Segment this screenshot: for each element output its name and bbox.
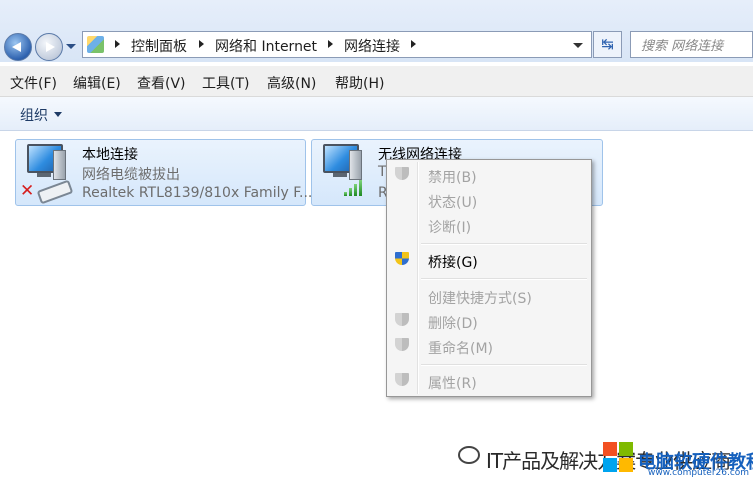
menu-bar: 文件(F) 编辑(E) 查看(V) 工具(T) 高级(N) 帮助(H)	[0, 66, 753, 97]
network-computer-icon	[23, 144, 67, 184]
network-computer-icon	[319, 144, 363, 184]
connection-adapter: Realtek RTL8139/810x Family F...	[82, 185, 313, 201]
refresh-button[interactable]: ↹	[593, 31, 622, 58]
menu-item-disable[interactable]: 禁用(B)	[387, 164, 591, 186]
uac-shield-icon	[395, 167, 410, 183]
menu-help[interactable]: 帮助(H)	[335, 73, 384, 93]
menu-item-label: 删除(D)	[428, 316, 478, 332]
menu-item-label: 状态(U)	[428, 195, 478, 211]
uac-shield-icon	[395, 252, 410, 268]
uac-shield-icon	[395, 373, 410, 389]
address-bar-row: 控制面板 网络和 Internet 网络连接 ↹	[0, 0, 753, 62]
organize-button[interactable]: 组织	[20, 105, 48, 125]
connection-local-area[interactable]: ✕ 本地连接 网络电缆被拔出 Realtek RTL8139/810x Fami…	[15, 139, 312, 206]
signal-bars-icon	[344, 179, 366, 196]
menu-edit[interactable]: 编辑(E)	[73, 73, 121, 93]
menu-item-bridge[interactable]: 桥接(G)	[387, 249, 591, 271]
menu-item-delete[interactable]: 删除(D)	[387, 310, 591, 332]
red-x-icon: ✕	[20, 181, 35, 201]
address-bar[interactable]: 控制面板 网络和 Internet 网络连接	[82, 31, 592, 58]
menu-item-label: 创建快捷方式(S)	[428, 291, 532, 307]
uac-shield-icon	[395, 338, 410, 354]
forward-button[interactable]	[35, 33, 63, 61]
menu-item-label: 重命名(M)	[428, 341, 494, 357]
menu-item-create-shortcut[interactable]: 创建快捷方式(S)	[387, 285, 591, 307]
chevron-down-icon[interactable]	[54, 112, 62, 117]
menu-separator	[421, 278, 587, 280]
address-history-dropdown-icon[interactable]	[573, 43, 583, 48]
menu-item-properties[interactable]: 属性(R)	[387, 370, 591, 392]
menu-item-label: 禁用(B)	[428, 170, 477, 186]
menu-item-diagnose[interactable]: 诊断(I)	[387, 214, 591, 236]
back-button[interactable]	[4, 33, 32, 61]
search-box[interactable]	[630, 31, 753, 58]
menu-tools[interactable]: 工具(T)	[202, 73, 249, 93]
connection-name: 本地连接	[82, 147, 138, 163]
menu-separator	[421, 243, 587, 245]
chevron-right-icon[interactable]	[328, 40, 333, 48]
breadcrumb-network-internet[interactable]: 网络和 Internet	[215, 36, 317, 56]
toutiao-logo-icon	[458, 446, 480, 464]
menu-advanced[interactable]: 高级(N)	[267, 73, 316, 93]
windows-logo-icon	[603, 442, 633, 472]
menu-item-status[interactable]: 状态(U)	[387, 189, 591, 211]
chevron-right-icon[interactable]	[115, 40, 120, 48]
breadcrumb-control-panel[interactable]: 控制面板	[131, 36, 187, 56]
menu-item-label: 诊断(I)	[428, 220, 472, 236]
watermark-site-url: www.computer26.com	[648, 468, 750, 478]
uac-shield-icon	[395, 313, 410, 329]
context-menu: 禁用(B) 状态(U) 诊断(I) 桥接(G) 创建快捷方式(S) 删除(D) …	[386, 159, 592, 397]
menu-view[interactable]: 查看(V)	[137, 73, 186, 93]
recent-pages-dropdown-icon[interactable]	[66, 44, 76, 49]
connection-status: 网络电缆被拔出	[82, 167, 180, 183]
menu-item-rename[interactable]: 重命名(M)	[387, 335, 591, 357]
chevron-right-icon[interactable]	[411, 40, 416, 48]
breadcrumb-network-connections[interactable]: 网络连接	[344, 36, 400, 56]
menu-item-label: 桥接(G)	[428, 255, 478, 271]
control-panel-icon	[87, 36, 104, 53]
menu-item-label: 属性(R)	[428, 376, 477, 392]
menu-file[interactable]: 文件(F)	[10, 73, 57, 93]
menu-separator	[421, 364, 587, 366]
chevron-right-icon[interactable]	[199, 40, 204, 48]
search-input[interactable]	[639, 34, 753, 58]
refresh-icon: ↹	[601, 35, 614, 53]
command-bar: 组织	[0, 97, 753, 131]
